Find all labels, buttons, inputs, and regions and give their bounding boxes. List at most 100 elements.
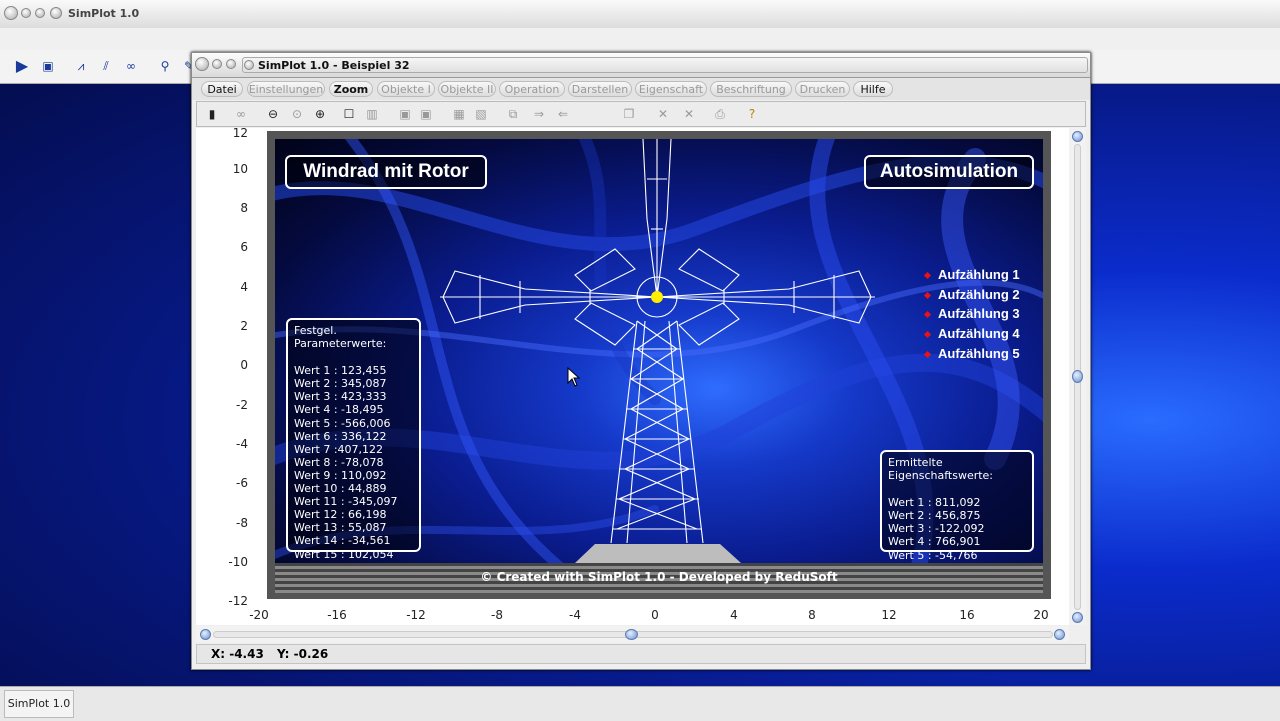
line-plot-icon[interactable]: ⩘ (72, 58, 90, 74)
y-tick: -8 (236, 516, 248, 530)
vertical-scroll-thumb[interactable] (1072, 370, 1083, 383)
window-maximize-button[interactable] (226, 59, 236, 69)
x-tick: 12 (881, 608, 897, 622)
scroll-down-button[interactable] (1072, 612, 1083, 623)
property-value: Wert 5 : -54,766 (888, 548, 978, 562)
window-menu-button[interactable] (244, 60, 254, 70)
frame-2-icon[interactable]: ▣ (418, 106, 434, 122)
x-tick: -12 (406, 608, 426, 622)
property-value: Wert 1 : 811,092 (888, 496, 981, 510)
app-titlebar[interactable]: SimPlot 1.0 (0, 0, 1280, 29)
help-icon[interactable]: ? (744, 106, 760, 122)
document-window: SimPlot 1.0 - Beispiel 32 Datei Einstell… (191, 52, 1091, 670)
frame-icon[interactable]: ▣ (397, 106, 413, 122)
arrow-left-icon[interactable]: ⇐ (555, 106, 571, 122)
x-tick: 4 (730, 608, 738, 622)
zoom-icon[interactable]: ⊙ (289, 106, 305, 122)
multi-plot-icon[interactable]: ∞ (122, 58, 140, 74)
copy-icon[interactable]: ⧉ (505, 106, 521, 122)
toolbar: ▮ ∞ ⊖ ⊙ ⊕ ☐ ▥ ▣ ▣ ▦ ▧ ⧉ ⇒ ⇐ ❐ ✕ ✕ ⎙ ? (196, 101, 1086, 127)
menu-beschriftung[interactable]: Beschriftung (710, 81, 792, 97)
scroll-up-button[interactable] (1072, 131, 1083, 142)
menubar: Datei Einstellungen Zoom Objekte I Objek… (192, 78, 1090, 100)
zoom-out-icon[interactable]: ⊖ (265, 106, 281, 122)
table-icon[interactable]: ▦ (451, 106, 467, 122)
parameter-value: Wert 10 : 44,889 (294, 482, 387, 496)
window-menu-button[interactable] (50, 7, 62, 19)
export-icon[interactable]: ▧ (473, 106, 489, 122)
y-tick: 2 (240, 319, 248, 333)
glasses-icon[interactable]: ∞ (233, 106, 249, 122)
simulation-scene[interactable]: Windrad mit Rotor Autosimulation Aufzähl… (267, 131, 1051, 599)
property-value: Wert 4 : 766,901 (888, 535, 981, 549)
window-titlebar[interactable]: SimPlot 1.0 - Beispiel 32 (192, 53, 1090, 78)
cross-icon[interactable]: ✕ (655, 106, 671, 122)
footer-text: © Created with SimPlot 1.0 - Developed b… (480, 570, 838, 584)
menu-drucken[interactable]: Drucken (795, 81, 850, 97)
menu-einstellungen[interactable]: Einstellungen (247, 81, 325, 97)
window-close-button[interactable] (195, 57, 209, 71)
pages-icon[interactable]: ❐ (621, 106, 637, 122)
menu-eigenschaft[interactable]: Eigenschaft (635, 81, 707, 97)
x-tick: -16 (327, 608, 347, 622)
close-button[interactable] (4, 6, 18, 20)
calculator-icon[interactable]: ▮ (204, 106, 220, 122)
taskbar: SimPlot 1.0 (0, 686, 1280, 721)
parameter-value: Wert 12 : 66,198 (294, 508, 387, 522)
properties-panel: Ermittelte Eigenschaftswerte: Wert 1 : 8… (880, 450, 1034, 562)
scene-title-right: Autosimulation (864, 155, 1034, 189)
x-tick: 20 (1033, 608, 1049, 622)
footer-banner: © Created with SimPlot 1.0 - Developed b… (275, 563, 1043, 593)
minimize-button[interactable] (21, 8, 31, 18)
parameter-value: Wert 11 : -345,097 (294, 495, 398, 509)
bullet-item: Aufzählung 5 (923, 346, 1020, 361)
play-icon[interactable]: ▶ (13, 58, 31, 74)
y-tick: 6 (240, 240, 248, 254)
y-tick: 10 (232, 162, 248, 176)
y-tick: -10 (228, 555, 248, 569)
mouse-cursor-icon (567, 367, 581, 387)
rectangle-icon[interactable]: ☐ (341, 106, 357, 122)
parameter-value: Wert 1 : 123,455 (294, 364, 387, 378)
menu-hilfe[interactable]: Hilfe (853, 81, 893, 97)
rotor-hub (651, 291, 663, 303)
status-bar: X: -4.43 Y: -0.26 (196, 644, 1086, 664)
x-tick: -20 (249, 608, 269, 622)
parameter-panel: Festgel. Parameterwerte: Wert 1 : 123,45… (286, 318, 421, 561)
horizontal-scroll-thumb[interactable] (625, 629, 638, 640)
property-value: Wert 2 : 456,875 (888, 509, 981, 523)
menu-datei[interactable]: Datei (201, 81, 243, 97)
menu-operation[interactable]: Operation (499, 81, 565, 97)
y-tick: 4 (240, 280, 248, 294)
menu-objekte-2[interactable]: Objekte II (438, 81, 496, 97)
menu-darstellen[interactable]: Darstellen (568, 81, 632, 97)
bullet-item: Aufzählung 2 (923, 287, 1020, 302)
scroll-right-button[interactable] (1054, 629, 1065, 640)
maximize-button[interactable] (35, 8, 45, 18)
scroll-left-button[interactable] (200, 629, 211, 640)
parameter-value: Wert 3 : 423,333 (294, 390, 387, 404)
y-tick: -4 (236, 437, 248, 451)
vertical-scrollbar[interactable] (1069, 128, 1086, 625)
horizontal-scrollbar[interactable] (196, 626, 1069, 642)
taskbar-item-simplot[interactable]: SimPlot 1.0 (4, 690, 74, 718)
y-tick: -2 (236, 398, 248, 412)
window-minimize-button[interactable] (212, 59, 222, 69)
grid-icon[interactable]: ▥ (364, 106, 380, 122)
menu-zoom[interactable]: Zoom (329, 81, 373, 97)
arrow-right-icon[interactable]: ⇒ (531, 106, 547, 122)
print-icon[interactable]: ⎙ (712, 106, 728, 122)
plot-area[interactable]: 12 10 8 6 4 2 0 -2 -4 -6 -8 -10 -12 Wind… (196, 126, 1069, 625)
x-tick: -4 (569, 608, 581, 622)
y-tick: -12 (228, 594, 248, 608)
chart-window-icon[interactable]: ▣ (39, 58, 57, 74)
x-tick: 8 (808, 608, 816, 622)
parameter-value: Wert 5 : -566,006 (294, 416, 391, 430)
x-tick: 16 (959, 608, 975, 622)
xy-plot-icon[interactable]: ⫽ (97, 58, 115, 74)
filter-icon[interactable]: ⚲ (156, 58, 174, 74)
menu-objekte-1[interactable]: Objekte I (377, 81, 435, 97)
y-tick: 12 (232, 126, 248, 140)
cross-2-icon[interactable]: ✕ (681, 106, 697, 122)
zoom-in-icon[interactable]: ⊕ (312, 106, 328, 122)
